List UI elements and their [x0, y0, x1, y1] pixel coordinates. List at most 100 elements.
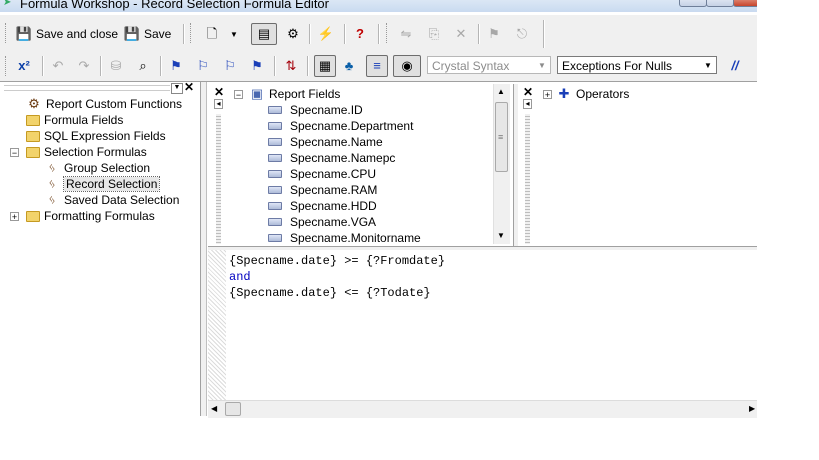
- report-fields-root[interactable]: ▣ Report Fields: [249, 86, 341, 102]
- fields-icon: ▦: [318, 58, 332, 73]
- expand-icon[interactable]: +: [543, 90, 552, 100]
- delete-button[interactable]: ✕: [453, 24, 469, 44]
- toggle-tree-button[interactable]: ▤: [251, 23, 277, 45]
- tree-item-record-selection[interactable]: ᛃ Record Selection: [44, 176, 161, 192]
- show-operators-button[interactable]: ≡: [366, 55, 388, 77]
- scrollbar-thumb[interactable]: [225, 402, 241, 416]
- tree-item-group-selection[interactable]: ᛃ Group Selection: [44, 160, 150, 176]
- tree-item-label: Selection Formulas: [44, 145, 147, 159]
- tree-item-sql-expression-fields[interactable]: SQL Expression Fields: [26, 128, 166, 144]
- selection-formula-icon: ᛃ: [48, 176, 56, 191]
- close-pane-icon[interactable]: ✕: [523, 85, 533, 99]
- field-item[interactable]: Specname.ID: [268, 102, 363, 118]
- field-item[interactable]: Specname.HDD: [268, 198, 377, 214]
- scroll-up-arrow-icon[interactable]: ▲: [497, 87, 505, 96]
- toolbar-grip[interactable]: [190, 23, 194, 43]
- field-item[interactable]: Specname.Name: [268, 134, 383, 150]
- field-item[interactable]: Specname.CPU: [268, 166, 376, 182]
- tree-item-selection-formulas[interactable]: Selection Formulas: [26, 144, 147, 160]
- field-item[interactable]: Specname.Department: [268, 118, 413, 134]
- field-item[interactable]: Specname.RAM: [268, 182, 377, 198]
- show-fields-button[interactable]: ▦: [314, 55, 336, 77]
- properties-button[interactable]: ⚙: [285, 24, 301, 44]
- tree-item-formatting-formulas[interactable]: Formatting Formulas: [26, 208, 155, 224]
- editor-gutter: [208, 250, 226, 400]
- close-button[interactable]: [733, 0, 757, 7]
- scroll-left-arrow-icon[interactable]: ◀: [211, 404, 217, 413]
- tree-item-saved-data-selection[interactable]: ᛃ Saved Data Selection: [44, 192, 179, 208]
- toolbar-grip[interactable]: [386, 23, 390, 43]
- folder-icon: [26, 130, 40, 142]
- scroll-right-arrow-icon[interactable]: ▶: [749, 404, 755, 413]
- expand-icon[interactable]: +: [10, 212, 19, 222]
- chevron-down-icon[interactable]: ▼: [171, 83, 183, 94]
- redo-button[interactable]: ↷: [76, 56, 92, 76]
- operators-pane: ✕ ◂ + ✚ Operators: [518, 84, 757, 246]
- collapse-icon[interactable]: −: [234, 90, 243, 100]
- formula-editor[interactable]: {Specname.date} >= {?Fromdate} and {Spec…: [208, 250, 757, 400]
- toolbar-separator: [160, 56, 162, 76]
- use-editor-button[interactable]: ⎘: [426, 24, 442, 44]
- field-item[interactable]: Specname.Monitorname: [268, 230, 421, 246]
- vertical-splitter[interactable]: [201, 82, 207, 416]
- toolbar-grip[interactable]: [5, 23, 9, 43]
- rename-button[interactable]: ⇋: [398, 24, 414, 44]
- database-field-icon: [268, 234, 282, 242]
- field-label: Specname.CPU: [290, 167, 377, 181]
- new-dropdown-button[interactable]: ▼: [230, 24, 238, 44]
- toolbar-grip[interactable]: [5, 56, 9, 76]
- comment-button[interactable]: //: [727, 56, 743, 76]
- toolbar-separator: [100, 56, 102, 76]
- toggle-bookmark-button[interactable]: ⚑: [168, 56, 184, 76]
- save-and-close-label: Save and close: [36, 27, 119, 41]
- dropdown-arrow-icon: ▼: [704, 60, 712, 70]
- tree-item-label: Saved Data Selection: [64, 193, 180, 207]
- tree-item-report-custom-functions[interactable]: ⚙ Report Custom Functions: [26, 96, 182, 112]
- browse-data-button[interactable]: ⛁: [108, 56, 124, 76]
- sort-button[interactable]: ⇅: [283, 56, 299, 76]
- close-pane-icon[interactable]: ✕: [184, 80, 194, 94]
- scroll-down-arrow-icon[interactable]: ▼: [497, 231, 505, 240]
- null-handling-select[interactable]: Exceptions For Nulls ▼: [557, 56, 717, 74]
- save-button[interactable]: 💾 Save: [124, 24, 171, 44]
- chevron-left-icon[interactable]: ◂: [214, 99, 223, 109]
- horizontal-scrollbar[interactable]: ◀ ▶: [208, 400, 757, 418]
- minimize-button[interactable]: [679, 0, 707, 7]
- clear-flags-button[interactable]: ⚑: [249, 56, 265, 76]
- find-button[interactable]: ⌕: [135, 56, 151, 76]
- scrollbar-thumb[interactable]: ≡: [495, 102, 508, 172]
- database-field-icon: [268, 218, 282, 226]
- new-button[interactable]: 🗋: [204, 24, 220, 44]
- pane-grip[interactable]: [525, 114, 530, 244]
- undo-button[interactable]: ↶: [50, 56, 66, 76]
- field-label: Specname.VGA: [290, 215, 377, 229]
- view-both-button[interactable]: ◉: [393, 55, 421, 77]
- bookmark-button[interactable]: ⚑: [486, 24, 502, 44]
- flag-icon: ⚑: [170, 58, 182, 73]
- close-pane-icon[interactable]: ✕: [214, 85, 224, 99]
- expert-button[interactable]: ⚡: [318, 24, 334, 44]
- check-button[interactable]: x²: [16, 56, 32, 76]
- help-button[interactable]: ?: [352, 24, 368, 44]
- tree-item-formula-fields[interactable]: Formula Fields: [26, 112, 123, 128]
- vertical-scrollbar[interactable]: ▲ ≡ ▼: [493, 84, 510, 244]
- selection-formula-icon: ᛃ: [48, 160, 56, 175]
- folder-icon: [26, 210, 40, 222]
- save-label: Save: [144, 27, 172, 41]
- open-folder-icon: [26, 146, 40, 158]
- collapse-icon[interactable]: −: [10, 148, 19, 158]
- chevron-left-icon[interactable]: ◂: [523, 99, 532, 109]
- maximize-button[interactable]: [706, 0, 734, 7]
- show-functions-button[interactable]: ♣: [341, 56, 357, 76]
- field-item[interactable]: Specname.Namepc: [268, 150, 395, 166]
- syntax-select[interactable]: Crystal Syntax ▼: [427, 56, 551, 74]
- next-bookmark-button[interactable]: ⎋: [514, 24, 530, 44]
- field-item[interactable]: Specname.VGA: [268, 214, 376, 230]
- field-label: Specname.RAM: [290, 183, 378, 197]
- next-flag-button[interactable]: ⚐: [195, 56, 211, 76]
- operators-root[interactable]: ✚ Operators: [556, 86, 630, 102]
- save-and-close-button[interactable]: 💾 Save and close: [16, 24, 118, 44]
- previous-flag-button[interactable]: ⚐: [222, 56, 238, 76]
- pane-grip[interactable]: [216, 114, 221, 244]
- check-formula-icon: x²: [18, 58, 30, 73]
